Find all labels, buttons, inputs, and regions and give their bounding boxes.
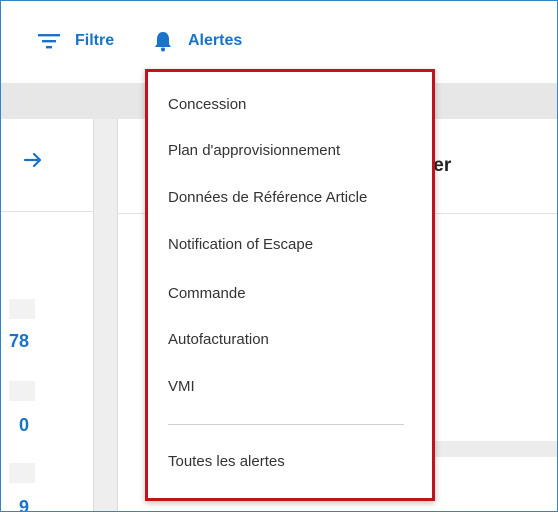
- arrow-right-icon[interactable]: [23, 151, 43, 174]
- menu-item-donnees-reference-article[interactable]: Données de Référence Article: [168, 189, 367, 206]
- placeholder-bar: [430, 441, 557, 457]
- alerts-label: Alertes: [188, 32, 243, 49]
- menu-item-autofacturation[interactable]: Autofacturation: [168, 331, 269, 348]
- menu-item-concession[interactable]: Concession: [168, 96, 246, 113]
- stat-value: 9: [19, 497, 30, 512]
- stat-placeholder: [9, 299, 35, 319]
- stat-placeholder: [9, 381, 35, 401]
- bell-icon: [155, 32, 171, 52]
- alerts-dropdown-menu: Concession Plan d'approvisionnement Donn…: [145, 69, 435, 501]
- card-divider: [1, 211, 93, 212]
- filter-icon: [38, 34, 60, 49]
- filter-label: Filtre: [75, 32, 115, 49]
- filter-button[interactable]: Filtre: [37, 29, 114, 53]
- alerts-button[interactable]: Alertes: [152, 29, 242, 53]
- menu-item-plan-approvisionnement[interactable]: Plan d'approvisionnement: [168, 142, 340, 159]
- stat-placeholder: [9, 463, 35, 483]
- menu-item-commande[interactable]: Commande: [168, 285, 246, 302]
- menu-separator: [168, 424, 404, 425]
- menu-item-all-alerts[interactable]: Toutes les alertes: [168, 453, 285, 470]
- menu-item-notification-escape[interactable]: Notification of Escape: [168, 236, 313, 253]
- stat-value: 78: [9, 331, 30, 351]
- menu-item-vmi[interactable]: VMI: [168, 378, 195, 395]
- stat-value: 0: [19, 415, 30, 435]
- app-frame: Filtre Alertes 78 0 9 rifier Concession …: [0, 0, 558, 512]
- left-card: 78 0 9: [1, 119, 94, 511]
